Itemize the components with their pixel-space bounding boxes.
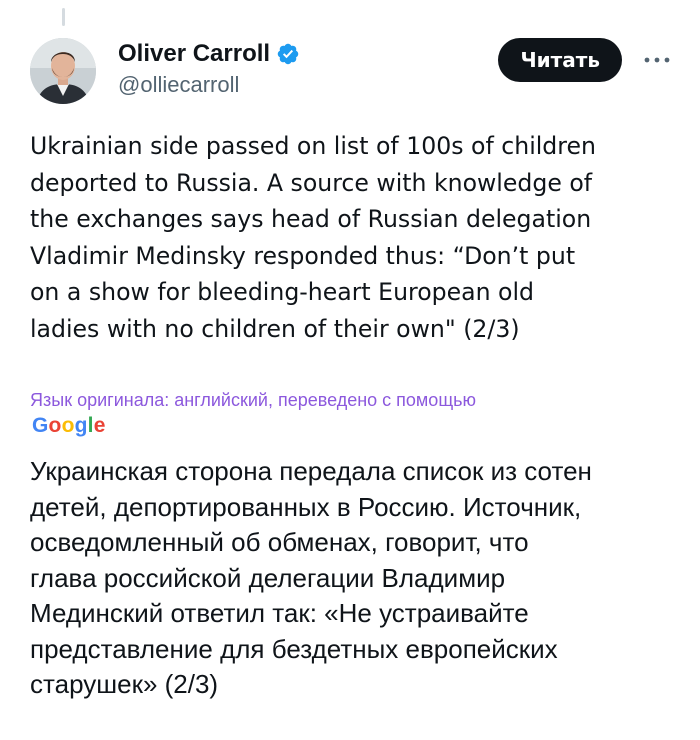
google-letter: o: [48, 414, 62, 437]
name-row: Oliver Carroll: [118, 40, 300, 68]
google-letter: G: [32, 414, 49, 437]
google-letter: e: [93, 414, 106, 437]
author-name[interactable]: Oliver Carroll: [118, 40, 270, 68]
read-button[interactable]: Читать: [498, 38, 622, 82]
translated-text: Украинская сторона передала список из со…: [30, 456, 592, 699]
google-logo[interactable]: Google: [32, 414, 106, 438]
google-letter: o: [61, 414, 75, 437]
translation-note: Язык оригинала: английский, переведено с…: [30, 390, 477, 410]
thread-connector-line: [62, 8, 65, 26]
author-handle[interactable]: @olliecarroll: [118, 72, 300, 98]
more-horizontal-icon[interactable]: [642, 50, 672, 70]
tweet-text: Ukrainian side passed on list of 100s of…: [30, 132, 596, 343]
verified-badge-icon: [276, 42, 300, 66]
google-letter: g: [74, 414, 88, 437]
author-names: Oliver Carroll @olliecarroll: [118, 40, 300, 98]
tweet-header: Oliver Carroll @olliecarroll Читать: [30, 38, 676, 108]
avatar-photo: [30, 38, 96, 104]
avatar[interactable]: [30, 38, 96, 104]
